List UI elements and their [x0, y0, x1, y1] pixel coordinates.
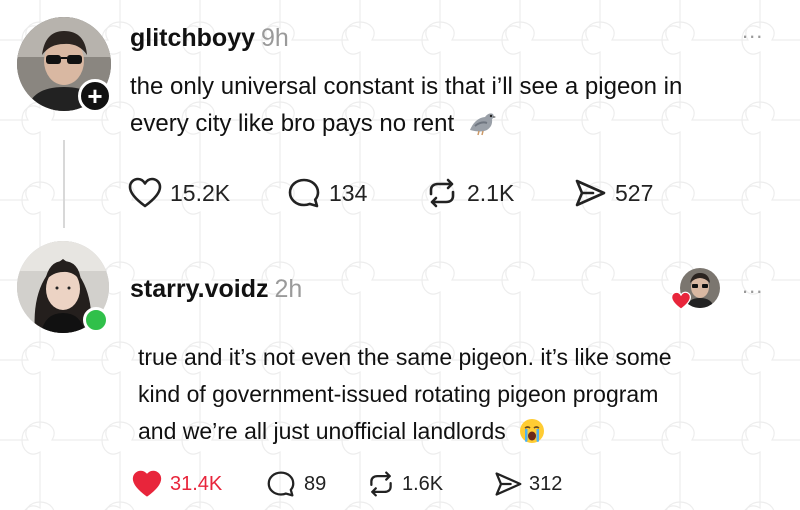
heart-icon — [670, 291, 692, 310]
share-count: 527 — [615, 179, 654, 206]
share-count: 312 — [529, 472, 563, 495]
more-options-icon[interactable]: ... — [742, 18, 763, 44]
post-text-line: every city like bro pays no rent — [130, 105, 780, 142]
share-icon — [495, 472, 522, 496]
comment-icon — [267, 471, 295, 497]
like-button[interactable]: 31.4K — [132, 470, 222, 498]
follow-plus-icon[interactable]: + — [78, 79, 112, 113]
more-options-icon[interactable]: ... — [742, 273, 763, 299]
repost-icon — [370, 471, 392, 497]
share-button[interactable]: 312 — [493, 470, 562, 498]
pigeon-icon — [469, 113, 496, 135]
post-time: 9h — [261, 24, 289, 52]
post-text-line: kind of government-issued rotating pigeo… — [138, 381, 659, 407]
repost-button[interactable]: 2.1K — [425, 177, 514, 209]
like-button[interactable]: 15.2K — [128, 177, 230, 209]
post-2: starry.voidz 2h ... true and it’s not eve… — [0, 235, 800, 510]
post-text-segment: every city like bro pays no rent — [130, 110, 455, 137]
username-text[interactable]: glitchboyy — [130, 24, 255, 52]
reply-button[interactable]: 134 — [287, 177, 367, 209]
post-text-line: true and it’s not even the same pigeon. … — [138, 344, 672, 370]
comment-icon — [288, 178, 320, 208]
post-text: the only universal constant is that i’ll… — [130, 68, 780, 142]
username[interactable]: starry.voidz 2h — [130, 275, 302, 304]
post-1: + glitchboyy 9h ... the only universal co… — [0, 0, 800, 235]
like-count: 15.2K — [170, 179, 231, 206]
username[interactable]: glitchboyy 9h — [130, 24, 289, 53]
post-text: true and it’s not even the same pigeon. … — [138, 339, 778, 450]
post-text-line: and we’re all just unofficial landlords — [138, 413, 778, 450]
username-text[interactable]: starry.voidz — [130, 275, 268, 303]
repost-count: 2.1K — [467, 179, 515, 206]
post-text-segment: and we’re all just unofficial landlords — [138, 418, 506, 444]
reply-count: 134 — [329, 179, 368, 206]
online-status-dot — [83, 307, 109, 333]
reply-count: 89 — [304, 472, 327, 495]
heart-icon — [128, 177, 162, 208]
repost-icon — [429, 178, 455, 208]
post-text-line: the only universal constant is that i’ll… — [130, 73, 683, 100]
like-count: 31.4K — [170, 472, 223, 495]
crying-face-icon — [520, 418, 545, 443]
post-time: 2h — [274, 275, 303, 303]
heart-icon — [132, 470, 162, 497]
repost-button[interactable]: 1.6K — [366, 470, 443, 498]
share-icon — [575, 179, 606, 207]
repost-count: 1.6K — [402, 472, 444, 495]
share-button[interactable]: 527 — [573, 177, 653, 209]
reply-button[interactable]: 89 — [266, 470, 326, 498]
